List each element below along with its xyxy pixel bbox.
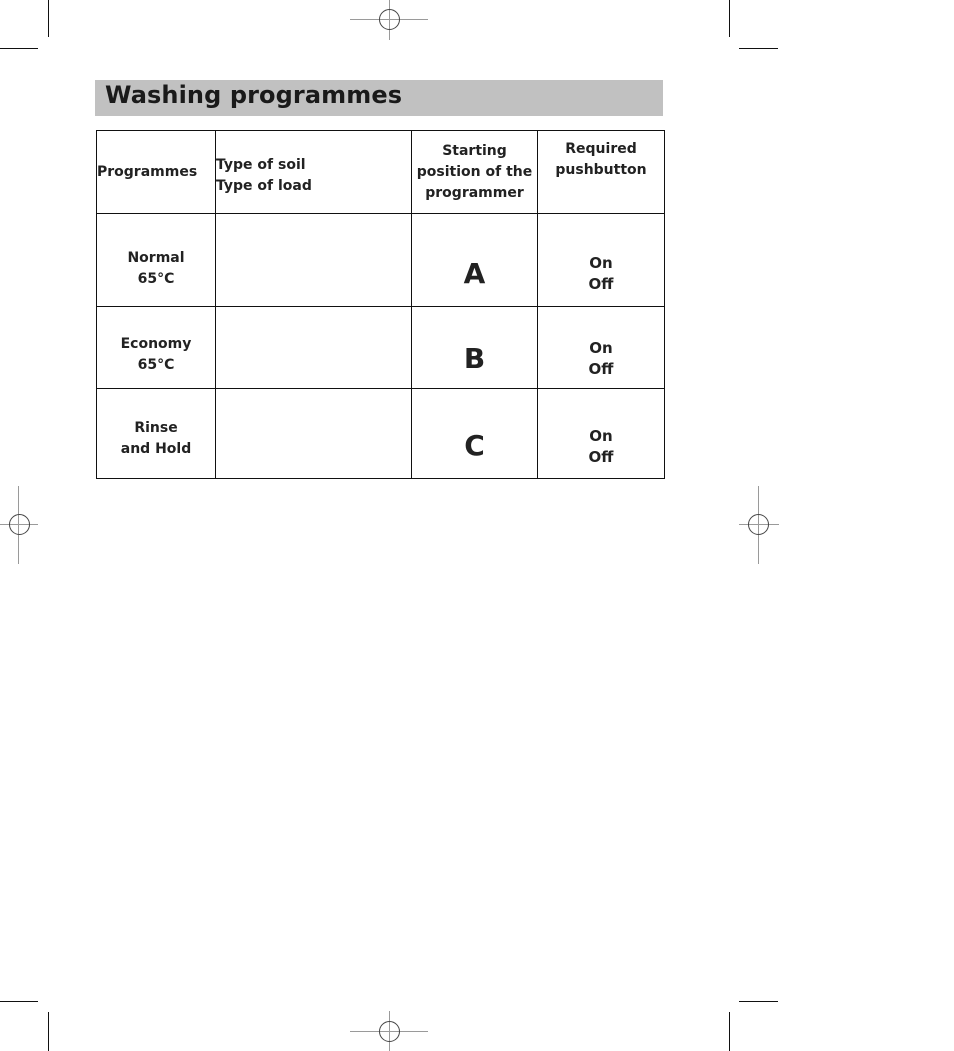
starting-position-cell: B bbox=[411, 306, 538, 389]
table-header-row: Programmes Type of soil Type of load Sta… bbox=[96, 130, 665, 214]
soil-load-cell bbox=[215, 306, 412, 389]
programme-name-cell: Normal 65°C bbox=[96, 213, 216, 307]
pushbutton-cell: On Off bbox=[537, 306, 665, 389]
header-programmes: Programmes bbox=[96, 130, 216, 214]
programme-name-cell: Rinse and Hold bbox=[96, 388, 216, 479]
pushbutton-cell: On Off bbox=[537, 213, 665, 307]
table-row: Rinse and Hold C On Off bbox=[96, 388, 665, 479]
registration-mark-left bbox=[0, 486, 38, 564]
page-title: Washing programmes bbox=[105, 81, 403, 109]
crop-mark-bottom-left-vertical bbox=[48, 1012, 49, 1051]
crop-mark-bottom-right-horizontal bbox=[739, 1001, 778, 1002]
crop-mark-bottom-right-vertical bbox=[729, 1012, 730, 1051]
registration-mark-bottom bbox=[350, 1011, 428, 1051]
crop-mark-top-left-horizontal bbox=[0, 48, 38, 49]
header-starting-position: Starting position of the programmer bbox=[411, 130, 538, 214]
pushbutton-cell: On Off bbox=[537, 388, 665, 479]
header-type-of-soil-load: Type of soil Type of load bbox=[215, 130, 412, 214]
soil-load-cell bbox=[215, 213, 412, 307]
crop-mark-top-right-vertical bbox=[729, 0, 730, 37]
starting-position-cell: A bbox=[411, 213, 538, 307]
soil-load-cell bbox=[215, 388, 412, 479]
programme-name-cell: Economy 65°C bbox=[96, 306, 216, 389]
registration-mark-top bbox=[350, 0, 428, 40]
crop-mark-bottom-left-horizontal bbox=[0, 1001, 38, 1002]
starting-position-cell: C bbox=[411, 388, 538, 479]
crop-mark-top-right-horizontal bbox=[739, 48, 778, 49]
table-row: Normal 65°C A On Off bbox=[96, 213, 665, 307]
table-row: Economy 65°C B On Off bbox=[96, 306, 665, 389]
section-title-bar: Washing programmes bbox=[95, 80, 663, 116]
registration-mark-right bbox=[739, 486, 779, 564]
washing-programmes-table: Programmes Type of soil Type of load Sta… bbox=[96, 130, 665, 479]
header-required-pushbutton: Required pushbutton bbox=[537, 130, 665, 214]
crop-mark-top-left-vertical bbox=[48, 0, 49, 37]
